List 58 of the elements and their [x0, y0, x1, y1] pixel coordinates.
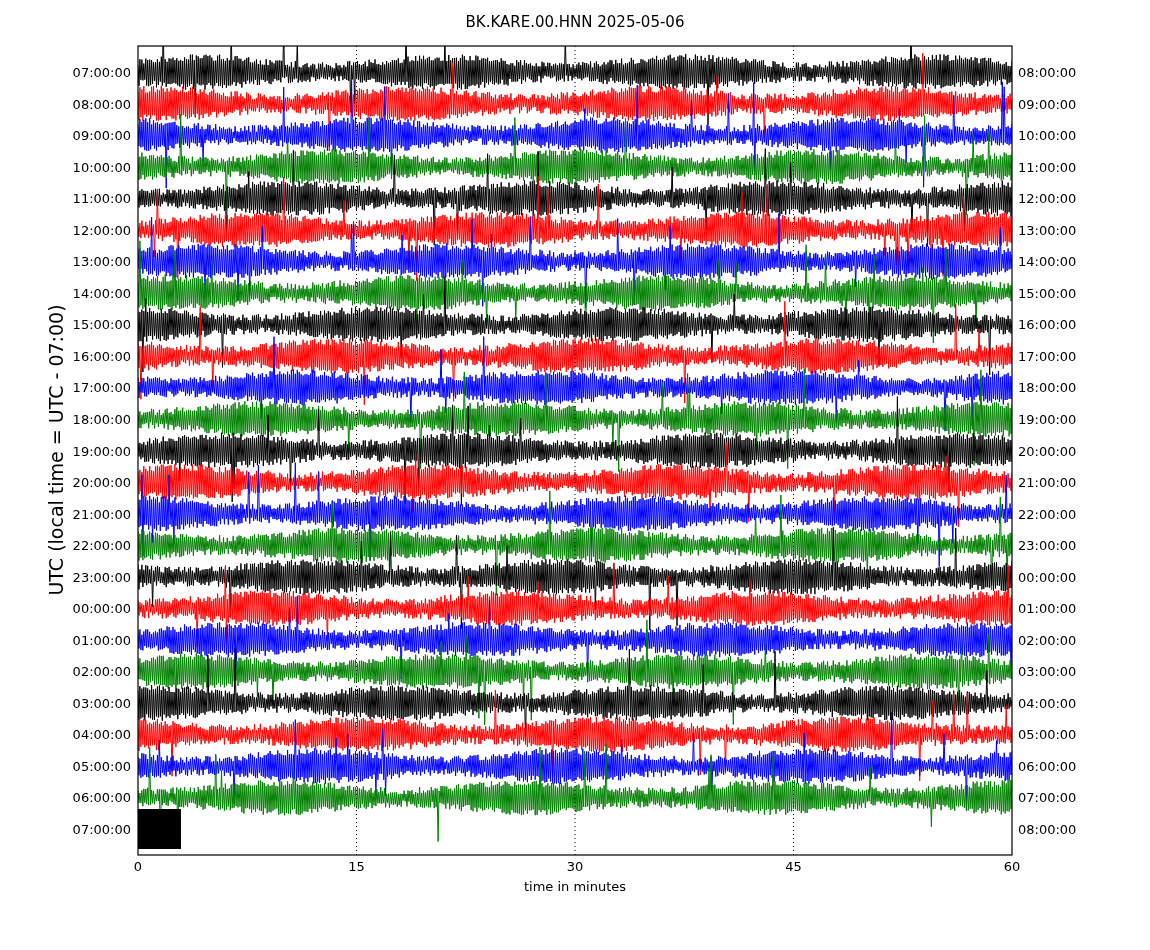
tick-label: 21:00:00	[72, 506, 131, 522]
tick-label: 22:00:00	[72, 538, 131, 554]
tick-label: 12:00:00	[1018, 191, 1077, 207]
tick-label: 01:00:00	[72, 632, 131, 648]
tick-label: 14:00:00	[72, 285, 131, 301]
tick-label: 18:00:00	[1018, 380, 1077, 396]
tick-label: 06:00:00	[72, 790, 131, 806]
x-axis-label: time in minutes	[523, 879, 627, 894]
tick-label: 22:00:00	[1018, 506, 1077, 522]
tick-label: 02:00:00	[72, 664, 131, 680]
chart-title: BK.KARE.00.HNN 2025-05-06	[465, 13, 685, 31]
tick-label: 03:00:00	[1018, 664, 1077, 680]
tick-label: 16:00:00	[1018, 317, 1077, 333]
tick-label: 11:00:00	[1018, 159, 1077, 175]
y-axis-label: UTC (local time = UTC - 07:00)	[45, 304, 67, 596]
tick-label: 17:00:00	[1018, 348, 1077, 364]
tick-label: 12:00:00	[72, 222, 131, 238]
tick-label: 08:00:00	[72, 96, 131, 112]
tick-label: 17:00:00	[72, 380, 131, 396]
tick-label: 04:00:00	[1018, 695, 1077, 711]
tick-label: 21:00:00	[1018, 475, 1077, 491]
tick-label: 00:00:00	[1018, 569, 1077, 585]
tick-label: 08:00:00	[1018, 65, 1077, 80]
tick-label: 14:00:00	[1018, 254, 1077, 270]
tick-label: 03:00:00	[72, 695, 131, 711]
tick-label: 04:00:00	[72, 727, 131, 743]
tick-label: 45	[785, 859, 802, 874]
tick-label: 15	[348, 859, 365, 874]
tick-label: 19:00:00	[1018, 411, 1077, 427]
tick-label: 18:00:00	[72, 411, 131, 427]
tick-label: 60	[1003, 859, 1021, 874]
tick-label: 15:00:00	[1018, 285, 1077, 301]
tick-label: 07:00:00	[72, 65, 131, 80]
tick-label: 10:00:00	[1018, 128, 1077, 144]
tick-label: 00:00:00	[72, 601, 131, 617]
tick-label: 19:00:00	[72, 443, 131, 459]
tick-label: 10:00:00	[72, 159, 131, 175]
tick-label: 09:00:00	[72, 128, 131, 144]
tick-label: 02:00:00	[1018, 632, 1077, 648]
tick-label: 23:00:00	[1018, 538, 1077, 554]
tick-label: 30	[566, 859, 584, 874]
tick-label: 20:00:00	[1018, 443, 1077, 459]
tick-label: 08:00:00	[1018, 822, 1077, 837]
tick-label: 01:00:00	[1018, 601, 1077, 617]
tick-label: 07:00:00	[1018, 790, 1077, 806]
tick-label: 13:00:00	[72, 254, 131, 270]
tick-label: 07:00:00	[72, 822, 131, 837]
tick-label: 05:00:00	[1018, 727, 1077, 743]
tick-label: 11:00:00	[72, 191, 131, 207]
tick-label: 15:00:00	[72, 317, 131, 333]
tick-label: 0	[133, 859, 143, 874]
tick-label: 20:00:00	[72, 475, 131, 491]
tick-label: 09:00:00	[1018, 96, 1077, 112]
tick-label: 16:00:00	[72, 348, 131, 364]
tick-label: 13:00:00	[1018, 222, 1077, 238]
tick-label: 23:00:00	[72, 569, 131, 585]
tick-label: 06:00:00	[1018, 758, 1077, 774]
tick-label: 05:00:00	[72, 758, 131, 774]
